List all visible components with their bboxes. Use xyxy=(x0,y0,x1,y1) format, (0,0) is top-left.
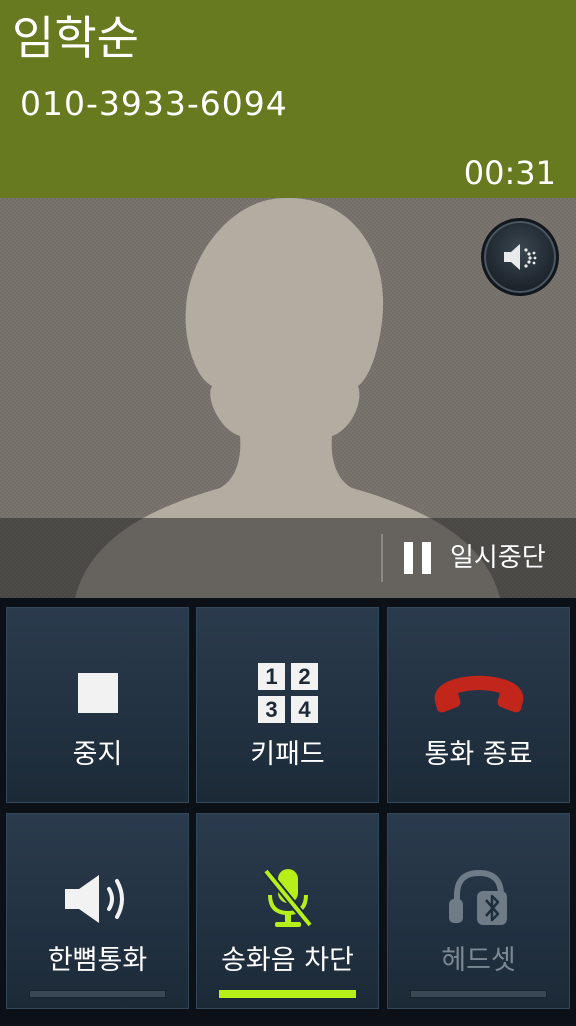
hold-label: 일시중단 xyxy=(450,543,546,573)
keypad-button[interactable]: 1 2 3 4 키패드 xyxy=(196,607,379,803)
end-call-button[interactable]: 통화 종료 xyxy=(387,607,570,803)
speakerphone-icon-wrap xyxy=(7,864,188,934)
bluetooth-headset-icon xyxy=(448,869,507,925)
end-call-icon-wrap xyxy=(388,658,569,728)
speaker-sound-icon xyxy=(504,244,537,270)
keypad-key-4: 4 xyxy=(298,697,311,722)
end-call-handset-icon xyxy=(434,675,523,713)
speakerphone-status-indicator xyxy=(29,990,166,998)
hold-divider xyxy=(381,534,383,582)
headset-icon-wrap xyxy=(388,864,569,934)
stop-square-icon xyxy=(77,673,118,713)
keypad-icon-wrap: 1 2 3 4 xyxy=(197,658,378,728)
mute-button[interactable]: 송화음 차단 xyxy=(196,813,379,1009)
speaker-toggle-button[interactable] xyxy=(481,218,559,296)
speakerphone-button-label: 한뼘통화 xyxy=(47,945,148,976)
end-call-button-label: 통화 종료 xyxy=(424,739,533,770)
speaker-icon xyxy=(64,875,124,923)
keypad-button-label: 키패드 xyxy=(250,739,325,770)
in-call-button-grid: 중지 1 2 3 4 키패드 통화 종료 한뼘통화 송화음 차단 헤드셋 xyxy=(0,598,576,1026)
call-duration-timer: 00:31 xyxy=(463,154,556,192)
mute-button-label: 송화음 차단 xyxy=(221,945,354,976)
hold-bar: 일시중단 xyxy=(0,518,576,598)
pause-icon xyxy=(404,542,431,574)
keypad-key-1: 1 xyxy=(265,664,277,689)
speakerphone-button[interactable]: 한뼘통화 xyxy=(6,813,189,1009)
keypad-key-2: 2 xyxy=(298,664,310,689)
stop-button[interactable]: 중지 xyxy=(6,607,189,803)
mute-icon-wrap xyxy=(197,864,378,934)
mic-muted-icon xyxy=(262,868,313,928)
hold-button[interactable]: 일시중단 xyxy=(386,518,576,598)
headset-status-indicator xyxy=(410,990,547,998)
mute-status-indicator xyxy=(219,990,356,998)
stop-icon-wrap xyxy=(7,658,188,728)
caller-header: 임학순 010-3933-6094 00:31 xyxy=(0,0,576,198)
keypad-key-3: 3 xyxy=(265,697,277,722)
keypad-icon: 1 2 3 4 xyxy=(257,663,318,723)
caller-name: 임학순 xyxy=(12,11,139,65)
stop-button-label: 중지 xyxy=(72,739,123,770)
headset-button[interactable]: 헤드셋 xyxy=(387,813,570,1009)
headset-button-label: 헤드셋 xyxy=(441,945,516,976)
caller-phone-number: 010-3933-6094 xyxy=(20,84,288,123)
